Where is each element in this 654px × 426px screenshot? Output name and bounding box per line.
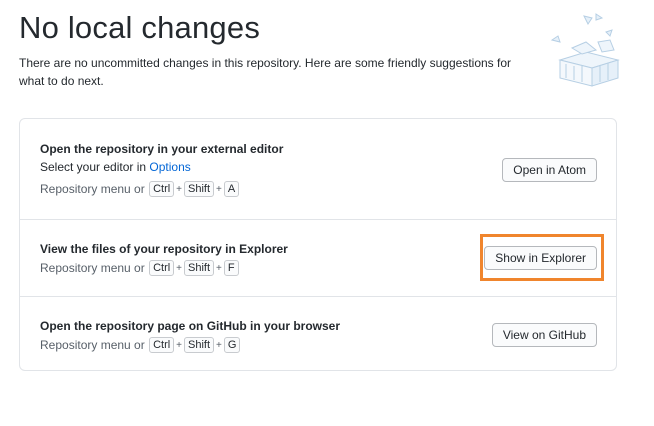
subtitle-text: Select your editor in <box>40 160 150 174</box>
key-plus: + <box>176 262 183 274</box>
page-description: There are no uncommitted changes in this… <box>19 56 512 88</box>
key-ctrl: Ctrl <box>149 260 175 276</box>
key-plus: + <box>176 339 183 351</box>
view-on-github-button[interactable]: View on GitHub <box>491 323 597 347</box>
key-a: A <box>223 181 240 197</box>
key-ctrl: Ctrl <box>149 181 175 197</box>
shortcut-prefix: Repository menu or <box>40 182 145 196</box>
empty-state-illustration <box>550 13 620 87</box>
key-shift: Shift <box>184 337 215 353</box>
shortcut-hint: Repository menu or Ctrl + Shift + A <box>40 181 240 197</box>
options-link[interactable]: Options <box>149 160 190 174</box>
key-plus: + <box>216 339 222 351</box>
key-plus: + <box>216 262 222 274</box>
suggestion-view-github: Open the repository page on GitHub in yo… <box>20 296 616 370</box>
shortcut-prefix: Repository menu or <box>40 261 145 275</box>
suggestion-title: View the files of your repository in Exp… <box>40 242 288 256</box>
open-in-atom-button[interactable]: Open in Atom <box>502 158 597 182</box>
suggestion-subtitle: Select your editor in Options <box>40 160 191 174</box>
key-shift: Shift <box>184 181 215 197</box>
highlight-box <box>480 234 604 281</box>
suggestion-title: Open the repository in your external edi… <box>40 142 284 156</box>
page-title: No local changes <box>19 10 261 45</box>
key-f: F <box>223 260 239 276</box>
key-g: G <box>223 337 241 353</box>
suggestion-open-editor: Open the repository in your external edi… <box>20 119 616 219</box>
key-ctrl: Ctrl <box>149 337 175 353</box>
suggestion-title: Open the repository page on GitHub in yo… <box>40 319 341 333</box>
key-plus: + <box>216 183 222 195</box>
shortcut-prefix: Repository menu or <box>40 338 145 352</box>
shortcut-hint: Repository menu or Ctrl + Shift + F <box>40 260 240 276</box>
key-shift: Shift <box>184 260 215 276</box>
key-plus: + <box>176 183 183 195</box>
shortcut-hint: Repository menu or Ctrl + Shift + G <box>40 337 241 353</box>
